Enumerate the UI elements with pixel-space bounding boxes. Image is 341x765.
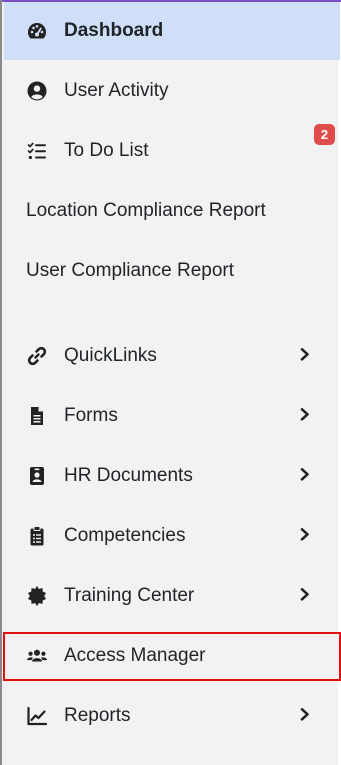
chevron-right-icon bbox=[298, 407, 312, 421]
sidebar-item-label: Competencies bbox=[64, 525, 186, 546]
clipboard-list-icon bbox=[26, 525, 48, 547]
sidebar-item-label: Access Manager bbox=[64, 645, 206, 666]
chevron-right-icon bbox=[298, 587, 312, 601]
sidebar-item-label: Dashboard bbox=[64, 20, 164, 41]
sidebar-item-training-center[interactable]: Training Center bbox=[4, 567, 340, 625]
sidebar-item-label: QuickLinks bbox=[64, 345, 157, 366]
sidebar-item-label: Forms bbox=[64, 405, 118, 426]
sidebar-item-label: Reports bbox=[64, 705, 131, 726]
sidebar-item-label: Training Center bbox=[64, 585, 195, 606]
chevron-right-icon bbox=[298, 467, 312, 481]
sidebar-item-reports[interactable]: Reports bbox=[4, 687, 340, 745]
users-icon bbox=[26, 645, 48, 667]
user-circle-icon bbox=[26, 80, 48, 102]
sidebar-item-user-compliance-report[interactable]: User Compliance Report bbox=[4, 242, 340, 300]
sidebar-item-label: HR Documents bbox=[64, 465, 193, 486]
sidebar-item-forms[interactable]: Forms bbox=[4, 387, 340, 445]
id-badge-icon bbox=[26, 465, 48, 487]
chevron-right-icon bbox=[298, 527, 312, 541]
link-icon bbox=[26, 345, 48, 367]
sidebar-item-hr-documents[interactable]: HR Documents bbox=[4, 447, 340, 505]
speedometer-icon bbox=[26, 20, 48, 42]
sidebar-nav: Dashboard User Activity To Do List 2 Loc… bbox=[0, 0, 341, 765]
sidebar-item-label: User Compliance Report bbox=[26, 260, 235, 281]
sidebar-item-label: To Do List bbox=[64, 140, 149, 161]
sidebar-item-dashboard[interactable]: Dashboard bbox=[4, 2, 340, 60]
sidebar-item-user-activity[interactable]: User Activity bbox=[4, 62, 340, 120]
sidebar-item-todo-list[interactable]: To Do List bbox=[4, 122, 340, 180]
sidebar-item-access-manager[interactable]: Access Manager bbox=[4, 627, 340, 685]
todo-count-badge: 2 bbox=[314, 124, 335, 145]
sidebar-item-location-compliance-report[interactable]: Location Compliance Report bbox=[4, 182, 340, 240]
sidebar-item-label: Location Compliance Report bbox=[26, 200, 266, 221]
sidebar-item-competencies[interactable]: Competencies bbox=[4, 507, 340, 565]
chart-line-icon bbox=[26, 705, 48, 727]
sidebar-item-label: User Activity bbox=[64, 80, 169, 101]
chevron-right-icon bbox=[298, 347, 312, 361]
sidebar-item-quicklinks[interactable]: QuickLinks bbox=[4, 327, 340, 385]
checklist-icon bbox=[26, 140, 48, 162]
certificate-icon bbox=[26, 585, 48, 607]
chevron-right-icon bbox=[298, 707, 312, 721]
file-icon bbox=[26, 405, 48, 427]
